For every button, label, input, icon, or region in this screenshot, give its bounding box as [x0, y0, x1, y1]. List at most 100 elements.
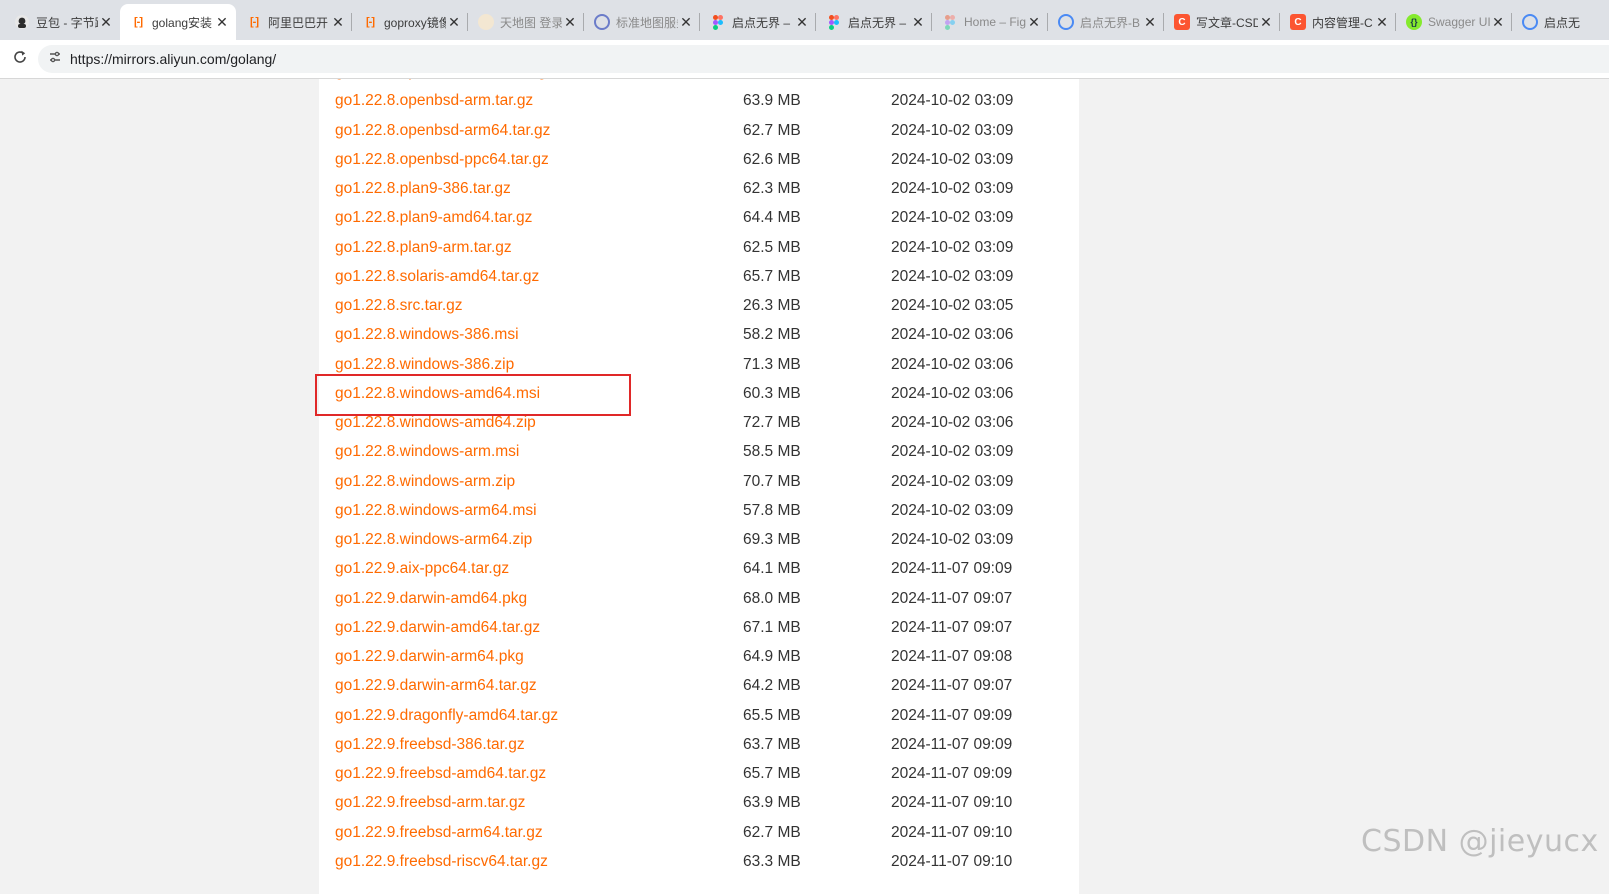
- file-link[interactable]: go1.22.8.openbsd-arm64.tar.gz: [335, 122, 550, 140]
- browser-tab[interactable]: 标准地图服务✕: [584, 4, 700, 40]
- file-size: 63.9 MB: [743, 92, 801, 110]
- close-icon[interactable]: ✕: [1490, 14, 1506, 30]
- tianditu-icon: [478, 14, 494, 30]
- file-size: 65.5 MB: [743, 706, 801, 724]
- browser-tab[interactable]: [-] goproxy镜像 ✕: [352, 4, 468, 40]
- file-link[interactable]: go1.22.9.dragonfly-amd64.tar.gz: [335, 707, 558, 725]
- table-row: go1.22.9.freebsd-386.tar.gz 63.7 MB 2024-1…: [319, 731, 1079, 760]
- table-row: go1.22.8.windows-386.msi 58.2 MB 2024-10-0…: [319, 321, 1079, 350]
- close-icon[interactable]: ✕: [330, 14, 346, 30]
- file-link[interactable]: go1.22.9.freebsd-arm64.tar.gz: [335, 824, 543, 842]
- file-size: 71.3 MB: [743, 355, 801, 373]
- close-icon[interactable]: ✕: [1142, 14, 1158, 30]
- table-row: go1.22.8.openbsd-arm64.tar.gz 62.7 MB 2024…: [319, 117, 1079, 146]
- browser-tab[interactable]: C 写文章-CSD ✕: [1164, 4, 1280, 40]
- file-link[interactable]: go1.22.8.windows-arm64.msi: [335, 502, 537, 520]
- file-date: 2024-10-02 03:09: [891, 501, 1014, 519]
- file-link[interactable]: go1.22.8.windows-386.msi: [335, 326, 519, 344]
- file-link[interactable]: go1.22.9.darwin-amd64.pkg: [335, 590, 527, 608]
- close-icon[interactable]: ✕: [562, 14, 578, 30]
- file-link[interactable]: go1.22.9.freebsd-arm.tar.gz: [335, 794, 525, 812]
- browser-tab[interactable]: 启点无✕: [1512, 4, 1609, 40]
- file-link[interactable]: go1.22.8.windows-arm.msi: [335, 443, 519, 461]
- browser-tab[interactable]: Home – Fig ✕: [932, 4, 1048, 40]
- table-row: go1.22.9.darwin-amd64.pkg 68.0 MB 2024-11-…: [319, 585, 1079, 614]
- browser-tab[interactable]: [-] golang安装 ✕: [120, 4, 236, 40]
- table-row: go1.22.9.darwin-arm64.tar.gz 64.2 MB 2024-…: [319, 672, 1079, 701]
- file-size: 65.7 MB: [743, 79, 801, 81]
- file-link[interactable]: go1.22.9.freebsd-riscv64.tar.gz: [335, 853, 548, 871]
- file-link[interactable]: go1.22.8.openbsd-arm.tar.gz: [335, 92, 533, 110]
- close-icon[interactable]: ✕: [98, 14, 114, 30]
- file-link[interactable]: go1.22.9.freebsd-386.tar.gz: [335, 736, 525, 754]
- file-date: 2024-10-02 03:09: [891, 238, 1014, 256]
- table-row: go1.22.8.plan9-amd64.tar.gz 64.4 MB 2024-1…: [319, 204, 1079, 233]
- site-info-button[interactable]: [44, 48, 66, 70]
- file-size: 63.3 MB: [743, 852, 801, 870]
- file-date: 2024-10-02 03:09: [891, 209, 1014, 227]
- file-date: 2024-10-02 03:09: [891, 150, 1014, 168]
- file-date: 2024-11-07 09:10: [891, 852, 1013, 870]
- file-size: 57.8 MB: [743, 501, 801, 519]
- close-icon[interactable]: ✕: [1026, 14, 1042, 30]
- file-size: 62.7 MB: [743, 823, 801, 841]
- file-link[interactable]: go1.22.8.windows-386.zip: [335, 356, 514, 374]
- browser-tab[interactable]: 启点无界-B ✕: [1048, 4, 1164, 40]
- table-row-highlighted: go1.22.8.windows-amd64.msi 60.3 MB 2024-10…: [319, 380, 1079, 409]
- browser-tab[interactable]: [-] 阿里巴巴开 ✕: [236, 4, 352, 40]
- file-link[interactable]: go1.22.8.windows-amd64.msi: [335, 385, 540, 403]
- file-link[interactable]: go1.22.8.plan9-arm.tar.gz: [335, 239, 512, 257]
- file-link[interactable]: go1.22.9.aix-ppc64.tar.gz: [335, 560, 509, 578]
- reload-button[interactable]: [9, 48, 31, 70]
- close-icon[interactable]: ✕: [1374, 14, 1390, 30]
- url-text[interactable]: https://mirrors.aliyun.com/golang/: [70, 51, 276, 67]
- file-link[interactable]: go1.22.8.windows-amd64.zip: [335, 414, 536, 432]
- file-date: 2024-10-02 03:09: [891, 79, 1013, 81]
- file-link[interactable]: go1.22.8.windows-arm.zip: [335, 473, 515, 491]
- browser-tab[interactable]: 启点无界 – ✕: [700, 4, 816, 40]
- close-icon[interactable]: ✕: [794, 14, 810, 30]
- file-date: 2024-10-02 03:06: [891, 384, 1014, 402]
- file-link[interactable]: go1.22.9.darwin-arm64.tar.gz: [335, 677, 537, 695]
- file-link[interactable]: go1.22.9.darwin-arm64.pkg: [335, 648, 524, 666]
- table-row: go1.22.8.src.tar.gz 26.3 MB 2024-10-02 03:…: [319, 292, 1079, 321]
- browser-tab[interactable]: C 内容管理-C ✕: [1280, 4, 1396, 40]
- file-link[interactable]: go1.22.8.openbsd-amd64.tar.gz: [335, 79, 554, 81]
- file-date: 2024-11-07 09:07: [891, 589, 1013, 607]
- file-link[interactable]: go1.22.9.darwin-amd64.tar.gz: [335, 619, 540, 637]
- close-icon[interactable]: ✕: [910, 14, 926, 30]
- browser-tab[interactable]: 豆包 - 字节跳✕: [4, 4, 120, 40]
- close-icon[interactable]: ✕: [446, 14, 462, 30]
- close-icon[interactable]: ✕: [214, 14, 230, 30]
- table-row: go1.22.8.solaris-amd64.tar.gz 65.7 MB 2024…: [319, 263, 1079, 292]
- aliyun-icon: [-]: [366, 16, 375, 28]
- file-size: 64.9 MB: [743, 648, 801, 665]
- table-row: go1.22.8.windows-386.zip 71.3 MB 2024-10-0…: [319, 351, 1079, 380]
- table-row: go1.22.9.aix-ppc64.tar.gz 64.1 MB 2024-11-…: [319, 555, 1079, 584]
- doubao-icon: [14, 14, 30, 30]
- file-link[interactable]: go1.22.8.src.tar.gz: [335, 297, 463, 315]
- table-row: go1.22.8.plan9-386.tar.gz 62.3 MB 2024-10-…: [319, 175, 1079, 204]
- file-link[interactable]: go1.22.9.freebsd-amd64.tar.gz: [335, 765, 546, 783]
- file-link[interactable]: go1.22.8.plan9-386.tar.gz: [335, 180, 511, 198]
- aliyun-icon: [-]: [134, 16, 143, 28]
- table-row: go1.22.8.windows-arm64.zip 69.3 MB 2024-10…: [319, 526, 1079, 555]
- file-date: 2024-10-02 03:09: [891, 531, 1014, 548]
- browser-tab[interactable]: 天地图 登录 ✕: [468, 4, 584, 40]
- address-bar[interactable]: https://mirrors.aliyun.com/golang/: [38, 45, 1609, 73]
- browser-tab[interactable]: {} Swagger UI ✕: [1396, 4, 1512, 40]
- file-link[interactable]: go1.22.8.openbsd-ppc64.tar.gz: [335, 151, 549, 169]
- close-icon[interactable]: ✕: [678, 14, 694, 30]
- file-date: 2024-10-02 03:09: [891, 267, 1014, 285]
- file-size: 58.2 MB: [743, 326, 801, 344]
- file-size: 62.3 MB: [743, 180, 801, 197]
- table-row: go1.22.8.windows-arm64.msi 57.8 MB 2024-10…: [319, 497, 1079, 526]
- site-info-icon: [47, 49, 63, 70]
- file-link[interactable]: go1.22.8.solaris-amd64.tar.gz: [335, 268, 539, 286]
- file-link[interactable]: go1.22.8.plan9-amd64.tar.gz: [335, 209, 532, 227]
- browser-tab[interactable]: 启点无界 – ✕: [816, 4, 932, 40]
- close-icon[interactable]: ✕: [1258, 14, 1274, 30]
- file-date: 2024-11-07 09:09: [891, 765, 1013, 782]
- file-date: 2024-10-02 03:05: [891, 297, 1014, 314]
- file-link[interactable]: go1.22.8.windows-arm64.zip: [335, 531, 532, 549]
